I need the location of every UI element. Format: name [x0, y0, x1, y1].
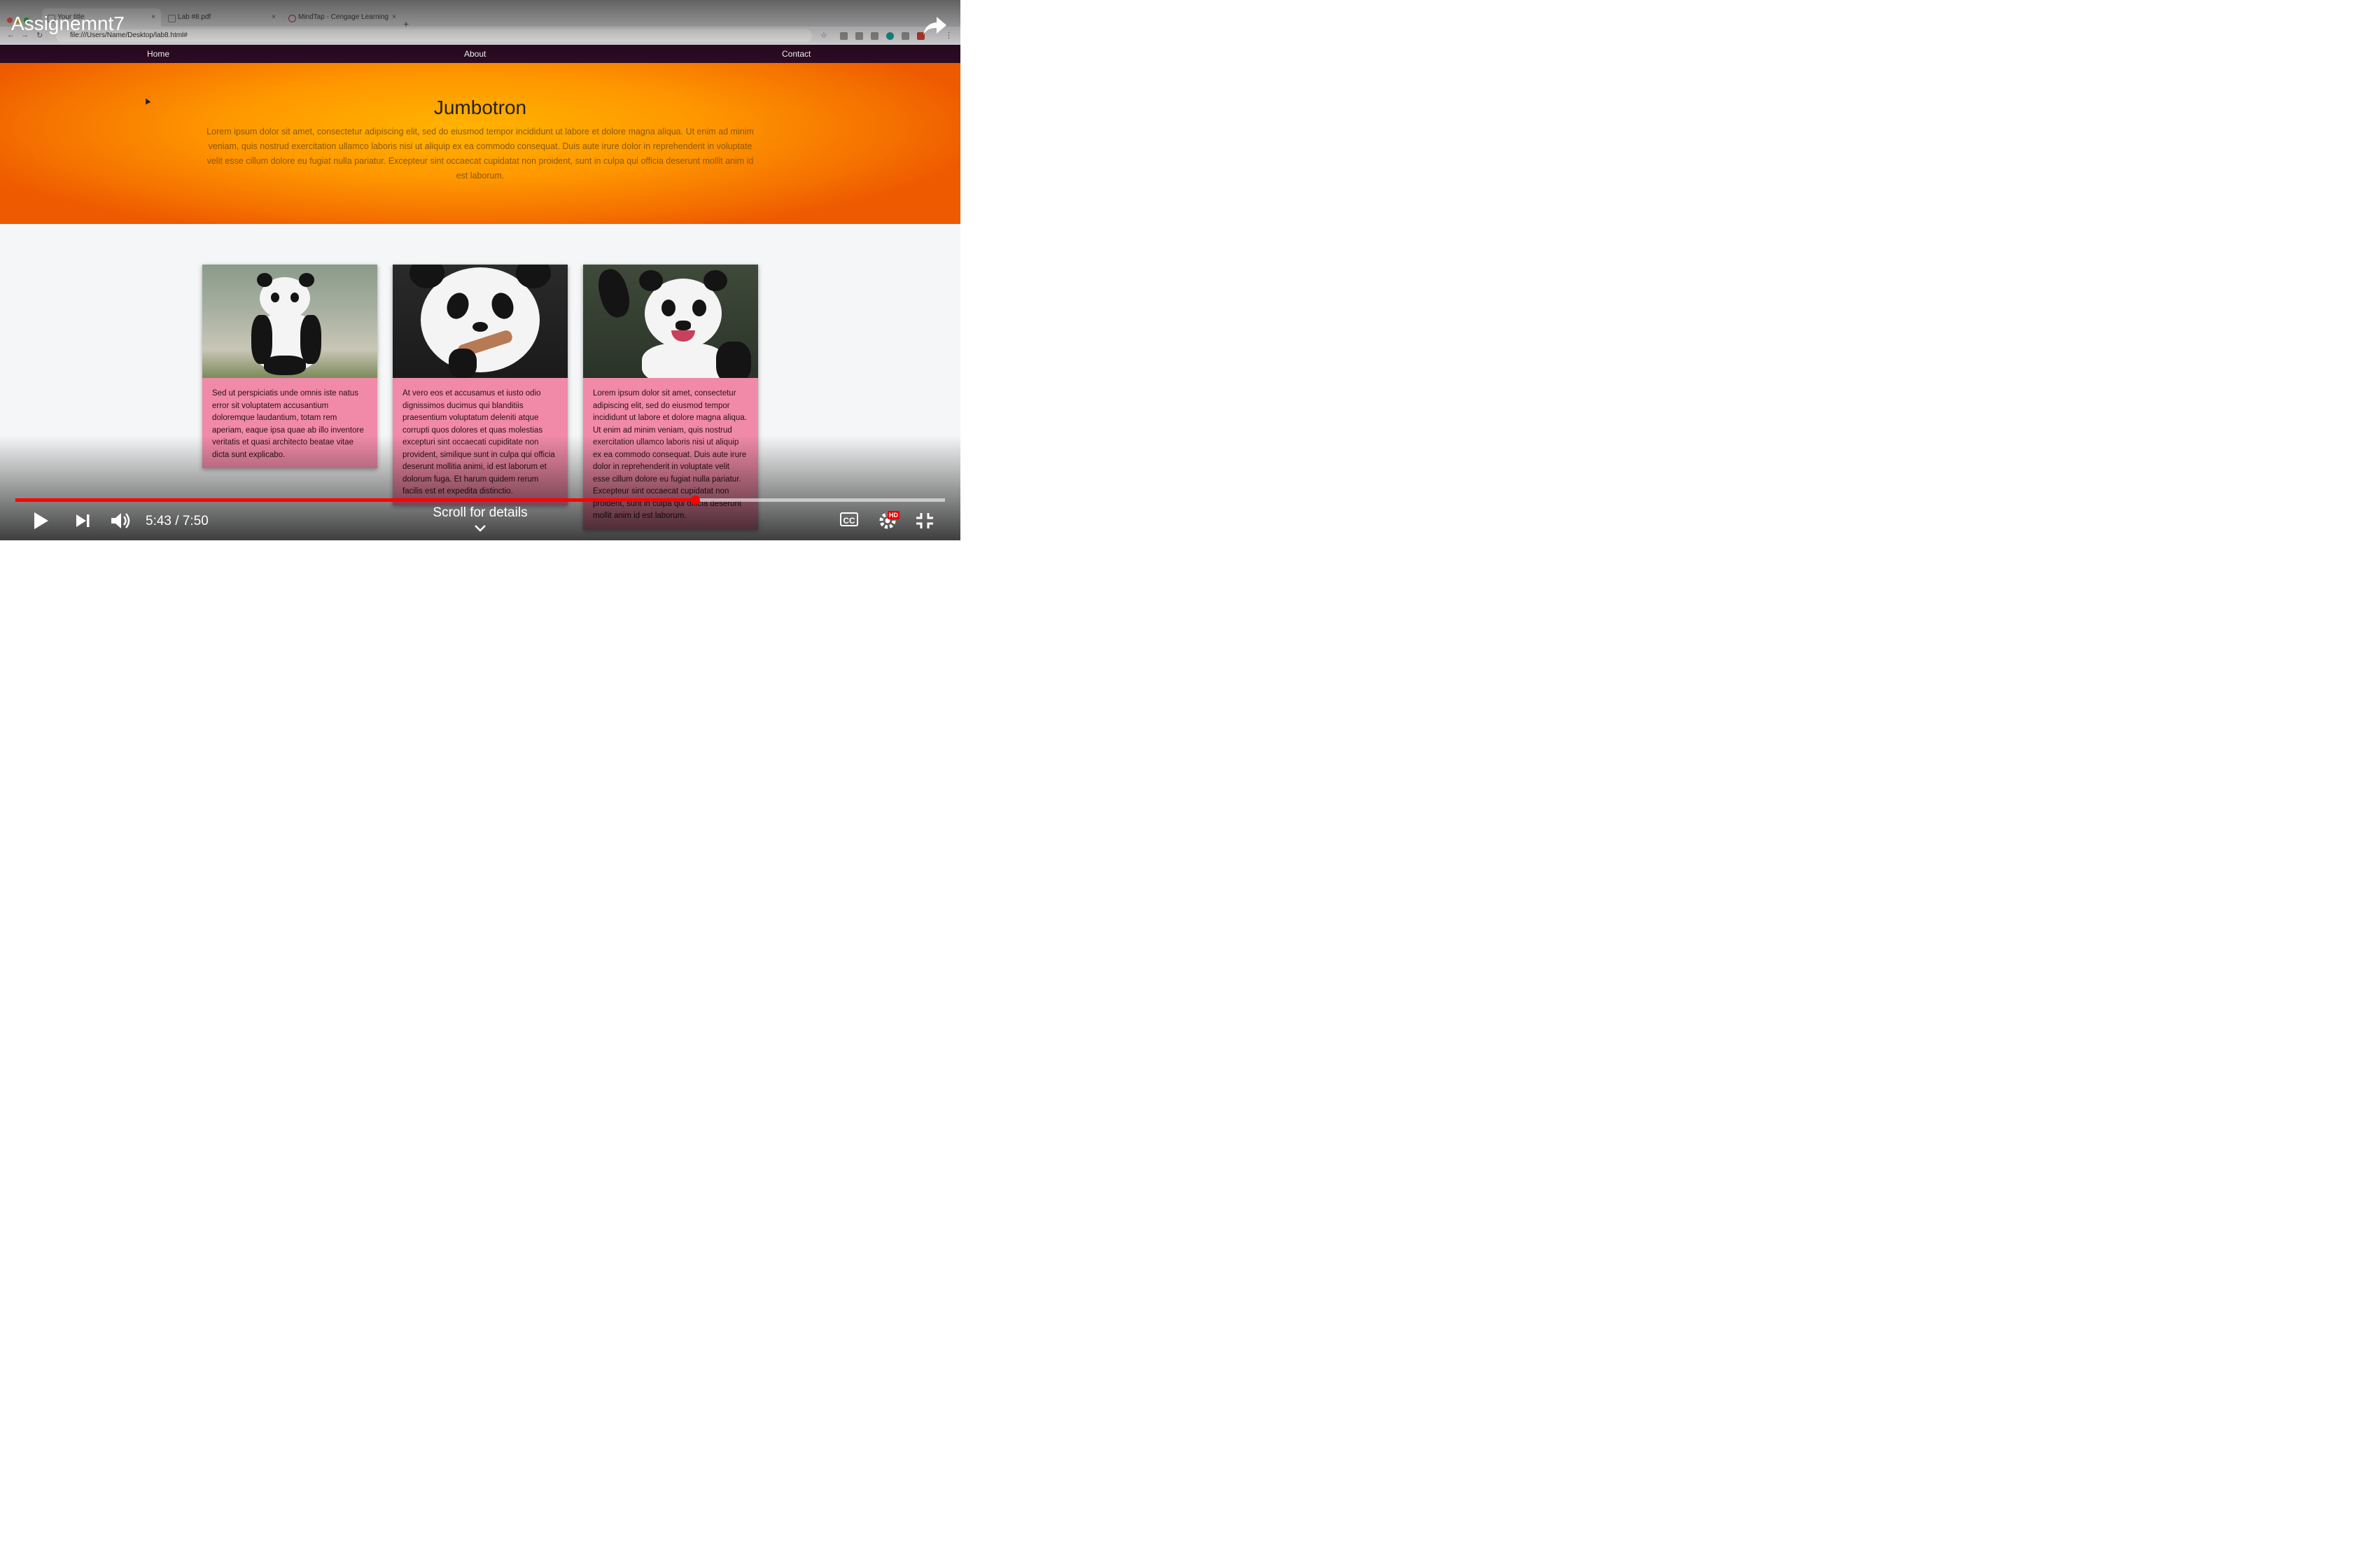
panda-photo: [202, 265, 377, 378]
cc-icon[interactable]: CC: [840, 512, 858, 526]
scroll-for-details[interactable]: Scroll for details: [0, 505, 960, 521]
nav-about-link[interactable]: About: [464, 45, 486, 63]
jumbotron-text: Lorem ipsum dolor sit amet, consectetur …: [206, 127, 754, 181]
extension-icon[interactable]: [886, 32, 894, 40]
close-tab-icon[interactable]: ×: [151, 8, 155, 27]
browser-tab[interactable]: MindTap - Cengage Learning ×: [283, 8, 402, 27]
browser-chrome: Your title × Lab #8.pdf × MindTap - Ceng…: [0, 0, 960, 45]
share-icon[interactable]: [923, 15, 948, 36]
tab-label: MindTap - Cengage Learning: [298, 13, 388, 21]
close-tab-icon[interactable]: ×: [392, 8, 396, 27]
page-icon: [168, 15, 176, 22]
nav-contact-link[interactable]: Contact: [782, 45, 811, 63]
video-title[interactable]: Assignemnt7: [11, 13, 125, 35]
panda-card: Lorem ipsum dolor sit amet, consectetur …: [583, 265, 758, 530]
bookmark-star-icon[interactable]: ☆: [820, 31, 827, 40]
panda-card: At vero eos et accusamus et iusto odio d…: [393, 265, 568, 505]
progress-bar[interactable]: [15, 496, 945, 505]
played-bar: [15, 498, 695, 502]
extension-icon[interactable]: [871, 32, 878, 40]
nav-home-link[interactable]: Home: [147, 45, 169, 63]
extension-icon[interactable]: [840, 32, 848, 40]
card-text: Sed ut perspiciatis unde omnis iste natu…: [202, 378, 377, 468]
extension-icon[interactable]: [902, 32, 909, 40]
hd-badge: HD: [888, 511, 899, 519]
close-tab-icon[interactable]: ×: [272, 8, 276, 27]
chevron-down-icon[interactable]: [472, 524, 489, 533]
site-navbar: Home About Contact: [0, 45, 960, 63]
browser-tab[interactable]: Lab #8.pdf ×: [162, 8, 281, 27]
video-player[interactable]: Your title × Lab #8.pdf × MindTap - Ceng…: [0, 0, 960, 540]
tab-label: Lab #8.pdf: [178, 13, 211, 21]
tab-strip: Your title × Lab #8.pdf × MindTap - Ceng…: [0, 8, 960, 29]
panda-card: Sed ut perspiciatis unde omnis iste natu…: [202, 265, 377, 468]
panda-photo: [583, 265, 758, 378]
address-bar[interactable]: file:///Users/Name/Desktop/lab8.html#: [56, 29, 812, 42]
jumbotron: Jumbotron Lorem ipsum dolor sit amet, co…: [0, 63, 960, 224]
address-row: ← → ↻ file:///Users/Name/Desktop/lab8.ht…: [0, 27, 960, 45]
cengage-icon: [288, 15, 296, 22]
extension-icon[interactable]: [855, 32, 863, 40]
card-text: At vero eos et accusamus et iusto odio d…: [393, 378, 568, 505]
scrubber-handle[interactable]: [690, 496, 700, 505]
fullscreen-exit-icon[interactable]: [914, 510, 935, 532]
panda-photo: [393, 265, 568, 378]
